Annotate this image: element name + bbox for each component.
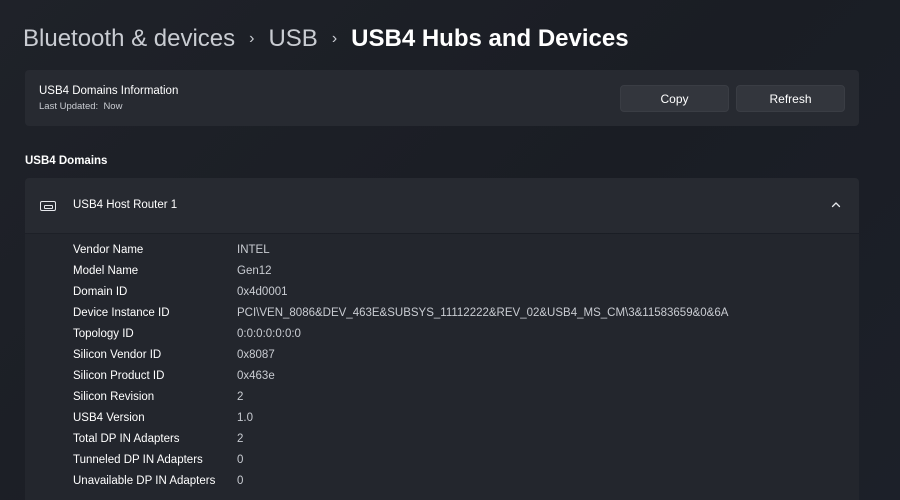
copy-button[interactable]: Copy [620, 85, 729, 112]
property-value: 2 [237, 432, 244, 445]
property-row: USB4 Version 1.0 [73, 407, 853, 428]
property-row: Tunneled DP IN Adapters 0 [73, 449, 853, 470]
host-router-expander[interactable]: USB4 Host Router 1 [25, 178, 859, 233]
property-label: Topology ID [73, 327, 134, 340]
property-label: USB4 Version [73, 411, 145, 424]
property-label: Vendor Name [73, 243, 144, 256]
property-value: 2 [237, 390, 244, 403]
chevron-right-icon: › [249, 30, 255, 47]
last-updated-label: Last Updated: [39, 101, 99, 112]
property-value: 1.0 [237, 411, 253, 424]
chevron-right-icon: › [331, 30, 338, 47]
host-router-details: Vendor Name INTEL Model Name Gen12 Domai… [25, 234, 859, 500]
property-label: Silicon Product ID [73, 369, 165, 382]
property-row: Topology ID 0:0:0:0:0:0:0 [73, 323, 853, 344]
property-label: Silicon Vendor ID [73, 348, 162, 361]
property-row: Silicon Vendor ID 0x8087 [73, 344, 853, 365]
property-value: 0 [237, 453, 244, 466]
property-value: 0x8087 [237, 348, 275, 361]
property-label: Model Name [73, 264, 139, 277]
page-title: USB4 Hubs and Devices [351, 25, 629, 52]
info-card-title: USB4 Domains Information [39, 85, 179, 97]
host-router-label: USB4 Host Router 1 [73, 199, 178, 211]
property-row: Model Name Gen12 [73, 260, 853, 281]
chevron-up-icon[interactable] [831, 200, 841, 210]
property-label: Device Instance ID [73, 306, 170, 319]
breadcrumb-usb[interactable]: USB [268, 24, 317, 54]
property-row: Domain ID 0x4d0001 [73, 281, 853, 302]
property-value: INTEL [237, 243, 270, 256]
property-value: PCI\VEN_8086&DEV_463E&SUBSYS_11112222&RE… [237, 306, 729, 319]
property-row: Device Instance ID PCI\VEN_8086&DEV_463E… [73, 302, 853, 323]
property-row: Total DP IN Adapters 2 [73, 428, 853, 449]
usb-port-icon [40, 201, 56, 211]
property-row: Silicon Revision 2 [73, 386, 853, 407]
property-label: Total DP IN Adapters [73, 432, 180, 445]
property-value: 0:0:0:0:0:0:0 [237, 327, 301, 340]
last-updated: Last Updated: Now [39, 101, 122, 112]
property-value: 0x4d0001 [237, 285, 288, 298]
property-value: Gen12 [237, 264, 272, 277]
settings-page: Bluetooth & devices › USB › USB4 Hubs an… [0, 0, 900, 500]
property-label: Unavailable DP IN Adapters [73, 474, 216, 487]
property-value: 0 [237, 474, 244, 487]
last-updated-value: Now [103, 101, 123, 112]
property-label: Tunneled DP IN Adapters [73, 453, 203, 466]
property-label: Silicon Revision [73, 390, 155, 403]
property-value: 0x463e [237, 369, 275, 382]
breadcrumb: Bluetooth & devices › USB › USB4 Hubs an… [23, 24, 629, 54]
breadcrumb-bluetooth-devices[interactable]: Bluetooth & devices [23, 24, 235, 54]
domains-info-card: USB4 Domains Information Last Updated: N… [25, 70, 859, 126]
property-row: Unavailable DP IN Adapters 0 [73, 470, 853, 491]
property-label: Domain ID [73, 285, 128, 298]
refresh-button[interactable]: Refresh [736, 85, 845, 112]
section-title-usb4-domains: USB4 Domains [25, 155, 108, 167]
property-row: Vendor Name INTEL [73, 239, 853, 260]
property-row: Silicon Product ID 0x463e [73, 365, 853, 386]
